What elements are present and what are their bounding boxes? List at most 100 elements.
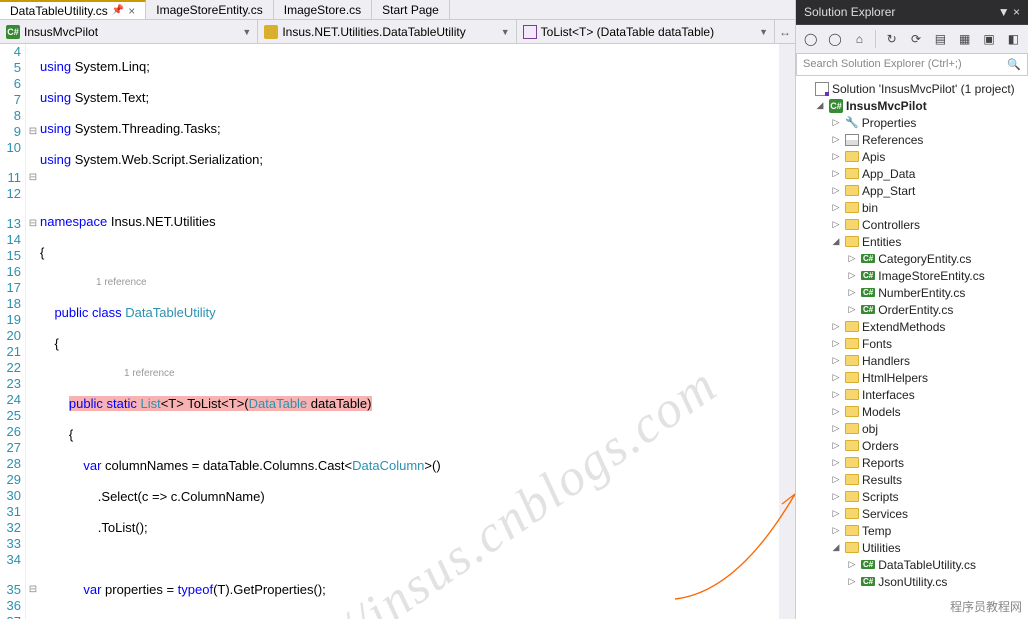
tree-item[interactable]: ▷Scripts	[796, 488, 1028, 505]
csfile-icon: C#	[861, 560, 875, 569]
nav-method-label: ToList<T> (DataTable dataTable)	[541, 25, 714, 39]
folder-icon	[845, 542, 859, 553]
tree-item[interactable]: ▷Orders	[796, 437, 1028, 454]
tab-label: ImageStoreEntity.cs	[156, 3, 263, 17]
forward-button[interactable]: ◯	[824, 28, 845, 50]
refresh-button[interactable]: ⟳	[905, 28, 926, 50]
tree-item[interactable]: ▷Handlers	[796, 352, 1028, 369]
tree-item[interactable]: ▷References	[796, 131, 1028, 148]
method-icon	[523, 25, 537, 39]
solution-explorer: Solution Explorer▼ × ◯ ◯ ⌂ ↻ ⟳ ▤ ▦ ▣ ◧ S…	[796, 0, 1028, 619]
folder-icon	[845, 321, 859, 332]
tab-label: DataTableUtility.cs	[10, 4, 108, 18]
nav-project-dropdown[interactable]: C# InsusMvcPilot ▼	[0, 20, 258, 43]
tab-imagestore[interactable]: ImageStore.cs	[274, 0, 372, 19]
folder-icon	[845, 440, 859, 451]
solution-toolbar: ◯ ◯ ⌂ ↻ ⟳ ▤ ▦ ▣ ◧	[796, 25, 1028, 53]
folder-icon	[845, 406, 859, 417]
tree-item[interactable]: ▷Services	[796, 505, 1028, 522]
tree-file[interactable]: ▷C#NumberEntity.cs	[796, 284, 1028, 301]
chevron-down-icon: ▼	[501, 27, 510, 37]
folder-icon	[845, 491, 859, 502]
tree-item[interactable]: ▷🔧Properties	[796, 114, 1028, 131]
chevron-down-icon: ▼	[759, 27, 768, 37]
tree-item[interactable]: ▷Temp	[796, 522, 1028, 539]
code-fold-margin[interactable]: ⊟ ⊟ ⊟ ⊟	[26, 44, 40, 619]
nav-project-label: InsusMvcPilot	[24, 25, 98, 39]
home-button[interactable]: ⌂	[849, 28, 870, 50]
chevron-down-icon: ▼	[242, 27, 251, 37]
showall-button[interactable]: ▦	[954, 28, 975, 50]
collapse-button[interactable]: ▤	[930, 28, 951, 50]
folder-icon	[845, 202, 859, 213]
tree-item[interactable]: ▷bin	[796, 199, 1028, 216]
csfile-icon: C#	[861, 577, 875, 586]
folder-icon	[845, 372, 859, 383]
folder-icon	[845, 151, 859, 162]
solution-tree[interactable]: Solution 'InsusMvcPilot' (1 project) ◢C#…	[796, 76, 1028, 619]
tree-item[interactable]: ▷Apis	[796, 148, 1028, 165]
nav-class-dropdown[interactable]: Insus.NET.Utilities.DataTableUtility ▼	[258, 20, 516, 43]
csharp-icon: C#	[829, 99, 843, 113]
folder-icon	[845, 457, 859, 468]
tree-item[interactable]: ▷obj	[796, 420, 1028, 437]
tree-file[interactable]: ▷C#JsonUtility.cs	[796, 573, 1028, 590]
solution-search-box[interactable]: Search Solution Explorer (Ctrl+;) 🔍	[796, 53, 1028, 76]
line-number-gutter: 45678 910 1112 131415161718 192021222324…	[0, 44, 26, 619]
folder-icon	[845, 185, 859, 196]
tree-item[interactable]: ▷ExtendMethods	[796, 318, 1028, 335]
references-icon	[845, 134, 859, 146]
folder-icon	[845, 508, 859, 519]
code-content[interactable]: using System.Linq; using System.Text; us…	[40, 44, 779, 619]
panel-title: Solution Explorer▼ ×	[796, 0, 1028, 25]
tab-label: Start Page	[382, 3, 439, 17]
preview-button[interactable]: ◧	[1003, 28, 1024, 50]
tree-item[interactable]: ▷App_Start	[796, 182, 1028, 199]
tree-item[interactable]: ▷Controllers	[796, 216, 1028, 233]
tree-file[interactable]: ▷C#DataTableUtility.cs	[796, 556, 1028, 573]
tab-startpage[interactable]: Start Page	[372, 0, 450, 19]
tree-item[interactable]: ▷Results	[796, 471, 1028, 488]
sync-button[interactable]: ↻	[881, 28, 902, 50]
properties-button[interactable]: ▣	[978, 28, 999, 50]
tree-item[interactable]: ▷Interfaces	[796, 386, 1028, 403]
folder-icon	[845, 236, 859, 247]
tab-label: ImageStore.cs	[284, 3, 361, 17]
close-icon[interactable]: ×	[128, 4, 135, 18]
folder-icon	[845, 219, 859, 230]
csfile-icon: C#	[861, 288, 875, 297]
solution-node[interactable]: Solution 'InsusMvcPilot' (1 project)	[796, 80, 1028, 97]
watermark-corner: 程序员教程网	[950, 598, 1022, 615]
tree-item[interactable]: ▷Reports	[796, 454, 1028, 471]
folder-icon	[845, 389, 859, 400]
tree-item[interactable]: ▷App_Data	[796, 165, 1028, 182]
tree-file[interactable]: ▷C#CategoryEntity.cs	[796, 250, 1028, 267]
search-icon: 🔍	[1007, 58, 1021, 71]
codelens-refs[interactable]: 1 reference	[40, 276, 779, 290]
folder-icon	[845, 338, 859, 349]
vertical-scrollbar[interactable]	[779, 44, 795, 619]
project-node[interactable]: ◢C#InsusMvcPilot	[796, 97, 1028, 114]
search-placeholder: Search Solution Explorer (Ctrl+;)	[803, 58, 962, 71]
tree-file[interactable]: ▷C#ImageStoreEntity.cs	[796, 267, 1028, 284]
nav-method-dropdown[interactable]: ToList<T> (DataTable dataTable) ▼	[517, 20, 775, 43]
tree-item[interactable]: ▷Fonts	[796, 335, 1028, 352]
folder-icon	[845, 474, 859, 485]
codelens-refs[interactable]: 1 reference	[40, 367, 779, 381]
tree-item[interactable]: ▷Models	[796, 403, 1028, 420]
navigation-bar: C# InsusMvcPilot ▼ Insus.NET.Utilities.D…	[0, 20, 795, 44]
tab-datatableutility[interactable]: DataTableUtility.cs 📌 ×	[0, 0, 146, 19]
code-editor[interactable]: http://insus.cnblogs.com 45678 910 1112 …	[0, 44, 795, 619]
folder-icon	[845, 355, 859, 366]
tree-item-utilities[interactable]: ◢Utilities	[796, 539, 1028, 556]
csfile-icon: C#	[861, 305, 875, 314]
tab-imagestoreentity[interactable]: ImageStoreEntity.cs	[146, 0, 274, 19]
folder-icon	[845, 168, 859, 179]
tree-file[interactable]: ▷C#OrderEntity.cs	[796, 301, 1028, 318]
solution-icon	[815, 82, 829, 96]
split-window-icon[interactable]: ↔	[775, 20, 795, 43]
tree-item[interactable]: ▷HtmlHelpers	[796, 369, 1028, 386]
csharp-icon: C#	[6, 25, 20, 39]
tree-item-entities[interactable]: ◢Entities	[796, 233, 1028, 250]
back-button[interactable]: ◯	[800, 28, 821, 50]
